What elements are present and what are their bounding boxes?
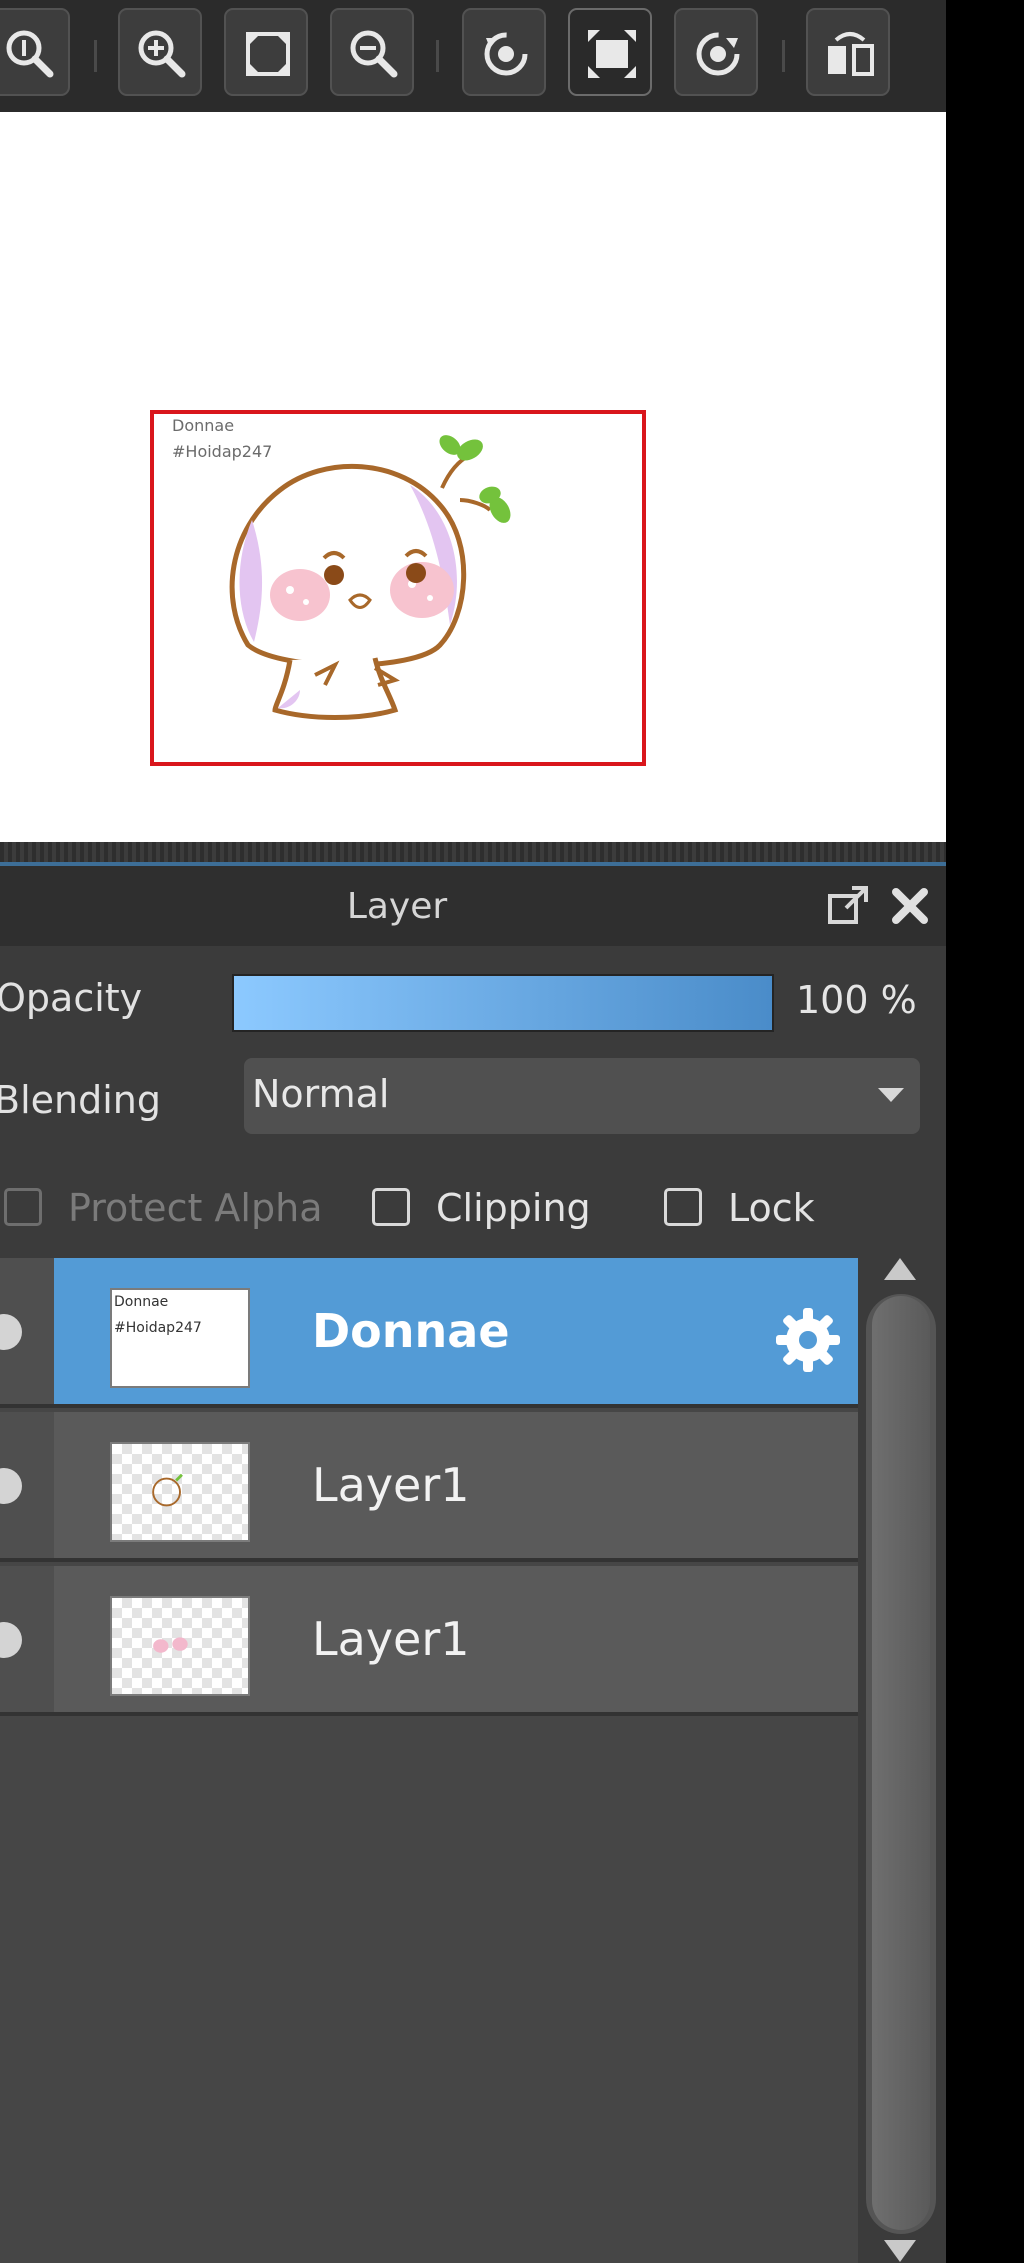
close-icon[interactable] [888, 884, 932, 928]
toolbar-separator [436, 40, 439, 72]
panel-header: Layer [0, 866, 946, 946]
scroll-track[interactable] [866, 1294, 936, 2234]
thumbnail-text: Donnae [114, 1294, 169, 1310]
panel-title: Layer [346, 886, 448, 927]
fit-screen-button[interactable] [224, 8, 308, 96]
fit-canvas-icon [588, 30, 636, 78]
thumbnail-mushroom [152, 1473, 183, 1507]
zoom-out-button[interactable] [330, 8, 414, 96]
rotate-right-icon [696, 32, 740, 76]
layer-thumbnail: Donnae #Hoidap247 [110, 1288, 250, 1388]
protect-alpha-label: Protect Alpha [68, 1186, 323, 1230]
layer-row-layer1[interactable]: Layer1 [0, 1566, 858, 1716]
fit-canvas-button[interactable] [568, 8, 652, 96]
protect-alpha-box [4, 1188, 42, 1226]
zoom-in-button[interactable] [118, 8, 202, 96]
app-window: Donnae #Hoidap247 Layer Opacity 100 % Bl… [0, 0, 946, 2263]
layer-name: Layer1 [312, 1458, 470, 1512]
layer-thumbnail [110, 1596, 250, 1696]
lock-label: Lock [728, 1186, 815, 1230]
fit-screen-icon [246, 32, 290, 76]
zoom-in-icon [138, 30, 186, 78]
blending-value: Normal [252, 1072, 390, 1116]
scroll-down-icon[interactable] [884, 2240, 916, 2262]
layer-row-layer1[interactable]: Layer1 [0, 1412, 858, 1562]
zoom-out-icon [350, 30, 398, 78]
flip-horizontal-icon [828, 32, 874, 76]
visibility-icon[interactable] [0, 1468, 22, 1504]
rotate-right-button[interactable] [674, 8, 758, 96]
opacity-label: Opacity [0, 976, 143, 1020]
visibility-column [0, 1258, 54, 1404]
artboard: Donnae #Hoidap247 [150, 410, 646, 766]
visibility-icon[interactable] [0, 1622, 22, 1658]
lock-box [664, 1188, 702, 1226]
toolbar-separator [94, 40, 97, 72]
thumbnail-text: #Hoidap247 [114, 1320, 202, 1336]
zoom-actual-icon [6, 30, 54, 78]
layer-panel: Layer Opacity 100 % Blending Normal Prot… [0, 866, 946, 2263]
drawing-canvas[interactable]: Donnae #Hoidap247 [0, 112, 946, 842]
layer-name: Layer1 [312, 1612, 470, 1666]
flip-horizontal-button[interactable] [806, 8, 890, 96]
opacity-slider[interactable] [232, 974, 774, 1032]
visibility-icon[interactable] [0, 1314, 22, 1350]
mushroom-illustration [229, 435, 511, 720]
layer-thumbnail [110, 1442, 250, 1542]
scroll-up-icon[interactable] [884, 1258, 916, 1280]
thumbnail-color [153, 1637, 188, 1653]
visibility-column [0, 1566, 54, 1712]
clipping-label: Clipping [436, 1186, 591, 1230]
scroll-thumb[interactable] [872, 1296, 930, 2230]
gear-icon[interactable] [770, 1302, 846, 1378]
toolbar-separator [782, 40, 785, 72]
rotate-left-icon [484, 32, 528, 76]
chevron-down-icon [878, 1088, 904, 1102]
layer-list: Donnae #Hoidap247 Donnae Layer1 Layer1 [0, 1258, 858, 2263]
blending-select[interactable]: Normal [244, 1058, 920, 1134]
layer-name: Donnae [312, 1304, 510, 1358]
clipping-box [372, 1188, 410, 1226]
visibility-column [0, 1412, 54, 1558]
layer-scrollbar[interactable] [858, 1258, 946, 2263]
zoom-actual-button[interactable] [0, 8, 70, 96]
canvas-edge [0, 842, 946, 864]
layer-row-donnae[interactable]: Donnae #Hoidap247 Donnae [0, 1258, 858, 1408]
opacity-value: 100 % [796, 978, 917, 1022]
blending-label: Blending [0, 1078, 161, 1122]
rotate-left-button[interactable] [462, 8, 546, 96]
view-toolbar [0, 0, 946, 112]
popout-icon[interactable] [826, 884, 870, 928]
